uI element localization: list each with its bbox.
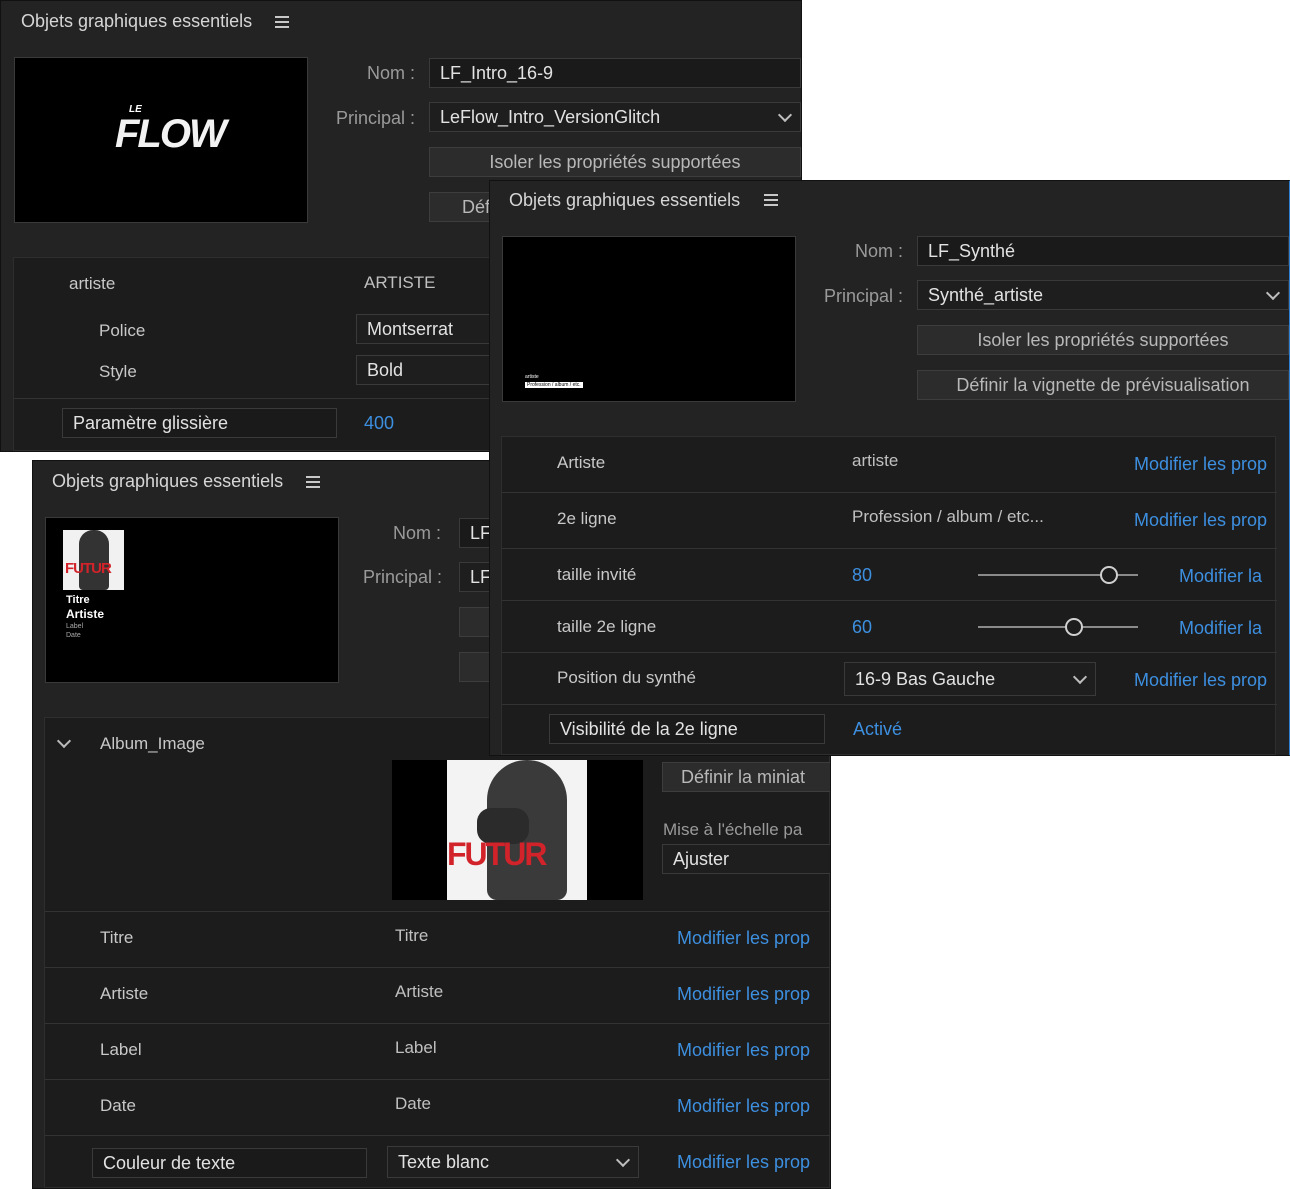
modifier-link[interactable]: Modifier les prop bbox=[677, 1152, 810, 1173]
chevron-down-icon bbox=[615, 1152, 631, 1168]
modifier-link[interactable]: Modifier les prop bbox=[1134, 670, 1267, 691]
police-select[interactable]: Montserrat bbox=[356, 314, 506, 344]
row-label: Artiste bbox=[100, 984, 149, 1003]
flow-logo: LE FLOW bbox=[115, 104, 227, 156]
principal-label: Principal : bbox=[363, 567, 443, 587]
mise-echelle-select[interactable]: Ajuster bbox=[662, 844, 830, 874]
row-value[interactable]: artiste bbox=[852, 451, 898, 471]
visibilite-2e-ligne-field[interactable]: Visibilité de la 2e ligne bbox=[549, 714, 825, 744]
preview-thumbnail: FUTUR Titre Artiste Label Date bbox=[45, 517, 339, 683]
table-row: Date Date Modifier les prop bbox=[45, 1080, 830, 1136]
preview-thumbnail: LE FLOW bbox=[14, 57, 308, 223]
nom-label: Nom : bbox=[854, 241, 903, 261]
principal-label: Principal : bbox=[335, 108, 415, 128]
slider-knob[interactable] bbox=[1100, 566, 1118, 584]
row-artiste-label: artiste bbox=[69, 274, 116, 293]
modifier-link[interactable]: Modifier les prop bbox=[677, 928, 810, 949]
panel-synthe: Objets graphiques essentiels artiste Pro… bbox=[489, 180, 1290, 756]
album-image-label: Album_Image bbox=[100, 734, 205, 753]
row-label: 2e ligne bbox=[557, 509, 617, 528]
definir-vignette-button[interactable]: Définir la vignette de prévisualisation bbox=[917, 370, 1289, 400]
row-value[interactable]: Artiste bbox=[395, 982, 443, 1002]
modifier-link[interactable]: Modifier la bbox=[1179, 566, 1262, 587]
table-row: Titre Titre Modifier les prop bbox=[45, 912, 830, 968]
panel-menu-icon[interactable] bbox=[275, 16, 289, 28]
table-row: 2e ligne Profession / album / etc... Mod… bbox=[502, 493, 1277, 548]
panel-title: Objets graphiques essentiels bbox=[509, 190, 741, 210]
couleur-texte-select[interactable]: Texte blanc bbox=[387, 1146, 639, 1178]
properties-section: Artiste artiste Modifier les prop 2e lig… bbox=[501, 436, 1277, 755]
police-label: Police bbox=[99, 321, 146, 340]
album-cover: FUTUR bbox=[447, 760, 587, 900]
chevron-down-icon[interactable] bbox=[56, 733, 72, 749]
row-artiste-value[interactable]: ARTISTE bbox=[364, 273, 435, 293]
principal-select[interactable]: Synthé_artiste bbox=[917, 280, 1289, 310]
nom-label: Nom : bbox=[393, 523, 442, 543]
chevron-down-icon bbox=[1072, 669, 1088, 685]
slider-track bbox=[978, 626, 1138, 628]
style-label: Style bbox=[99, 362, 137, 381]
panel-title: Objets graphiques essentiels bbox=[21, 11, 253, 31]
row-value[interactable]: 60 bbox=[852, 617, 872, 638]
table-row: Position du synthé 16-9 Bas Gauche Modif… bbox=[502, 653, 1277, 705]
lower-third-artist: artiste bbox=[525, 374, 539, 380]
style-select[interactable]: Bold bbox=[356, 355, 506, 385]
principal-label: Principal : bbox=[823, 286, 903, 306]
divider bbox=[45, 1135, 830, 1136]
slider-knob[interactable] bbox=[1065, 618, 1083, 636]
panel-menu-icon[interactable] bbox=[306, 476, 320, 488]
taille-2e-ligne-slider[interactable] bbox=[978, 616, 1138, 638]
nom-field[interactable]: LF_Synthé bbox=[917, 236, 1289, 266]
row-value[interactable]: Label bbox=[395, 1038, 437, 1058]
divider bbox=[502, 704, 1277, 705]
principal-select[interactable]: LeFlow_Intro_VersionGlitch bbox=[429, 102, 801, 132]
album-mini-cover: FUTUR bbox=[63, 530, 124, 590]
isoler-proprietes-button[interactable]: Isoler les propriétés supportées bbox=[917, 325, 1289, 355]
table-row: Label Label Modifier les prop bbox=[45, 1024, 830, 1080]
row-label: Position du synthé bbox=[557, 668, 696, 687]
properties-section: Album_Image FUTUR Définir la miniat Mise… bbox=[44, 717, 830, 1188]
album-image-preview: FUTUR bbox=[392, 760, 643, 900]
visibilite-value[interactable]: Activé bbox=[853, 719, 902, 740]
nom-field[interactable]: LF_Intro_16-9 bbox=[429, 58, 801, 88]
table-row: Artiste Artiste Modifier les prop bbox=[45, 968, 830, 1024]
lower-third-line2: Profession / album / etc. bbox=[525, 382, 583, 388]
row-label: Titre bbox=[100, 928, 134, 947]
table-row: taille 2e ligne 60 Modifier la bbox=[502, 601, 1277, 653]
chevron-down-icon bbox=[1265, 285, 1281, 301]
panel-title: Objets graphiques essentiels bbox=[52, 471, 284, 491]
row-label: Artiste bbox=[557, 453, 606, 472]
slider-param-value[interactable]: 400 bbox=[364, 413, 394, 434]
row-value[interactable]: Date bbox=[395, 1094, 431, 1114]
modifier-link[interactable]: Modifier les prop bbox=[677, 984, 810, 1005]
nom-label: Nom : bbox=[366, 63, 415, 83]
isoler-proprietes-button[interactable]: Isoler les propriétés supportées bbox=[429, 147, 801, 177]
row-value[interactable]: Titre bbox=[395, 926, 428, 946]
row-label: Label bbox=[100, 1040, 142, 1059]
taille-invite-slider[interactable] bbox=[978, 564, 1138, 586]
row-label: Date bbox=[100, 1096, 136, 1115]
row-value[interactable]: 80 bbox=[852, 565, 872, 586]
modifier-link[interactable]: Modifier la bbox=[1179, 618, 1262, 639]
couleur-texte-field[interactable]: Couleur de texte bbox=[92, 1148, 367, 1178]
row-value[interactable]: Profession / album / etc... bbox=[852, 507, 1044, 527]
definir-miniature-button[interactable]: Définir la miniat bbox=[662, 762, 830, 792]
table-row: taille invité 80 Modifier la bbox=[502, 549, 1277, 601]
modifier-link[interactable]: Modifier les prop bbox=[1134, 510, 1267, 531]
row-label: taille 2e ligne bbox=[557, 617, 657, 636]
modifier-link[interactable]: Modifier les prop bbox=[677, 1096, 810, 1117]
modifier-link[interactable]: Modifier les prop bbox=[1134, 454, 1267, 475]
modifier-link[interactable]: Modifier les prop bbox=[677, 1040, 810, 1061]
chevron-down-icon bbox=[777, 107, 793, 123]
table-row: Artiste artiste Modifier les prop bbox=[502, 437, 1277, 492]
slider-param-field[interactable]: Paramètre glissière bbox=[62, 408, 337, 438]
preview-thumbnail: artiste Profession / album / etc. bbox=[502, 236, 796, 402]
mise-echelle-label: Mise à l'échelle pa bbox=[663, 820, 803, 839]
panel-menu-icon[interactable] bbox=[764, 194, 778, 206]
position-synthe-select[interactable]: 16-9 Bas Gauche bbox=[844, 662, 1096, 696]
row-label: taille invité bbox=[557, 565, 637, 584]
